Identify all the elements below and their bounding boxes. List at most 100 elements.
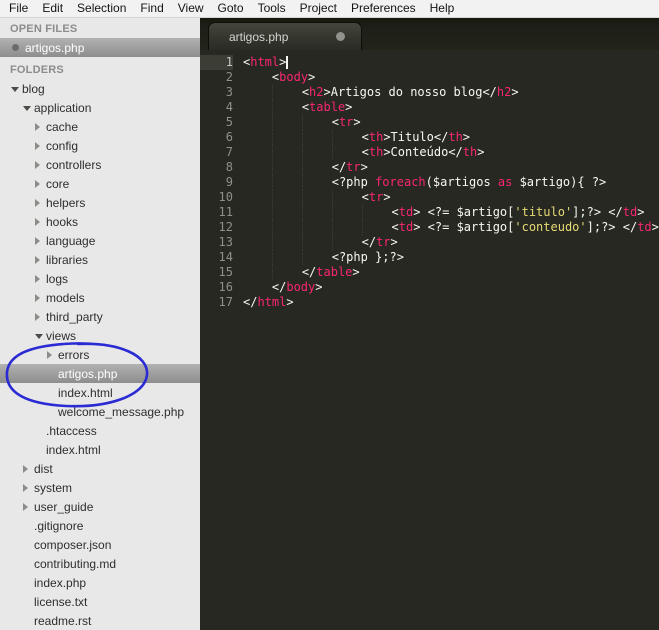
- chevron-right-icon[interactable]: [35, 272, 46, 286]
- tree-item-composer-json[interactable]: composer.json: [0, 535, 200, 554]
- tree-item-artigos-php[interactable]: artigos.php: [0, 364, 200, 383]
- tree-item--gitignore[interactable]: .gitignore: [0, 516, 200, 535]
- indent-guide: [243, 175, 272, 190]
- tree-item-cache[interactable]: cache: [0, 117, 200, 136]
- chevron-right-icon[interactable]: [35, 234, 46, 248]
- chevron-right-icon[interactable]: [23, 500, 34, 514]
- indent-guide: [243, 250, 272, 265]
- tree-item-contributing-md[interactable]: contributing.md: [0, 554, 200, 573]
- code-line[interactable]: 16 </body>: [200, 280, 659, 295]
- chevron-down-icon[interactable]: [23, 101, 34, 115]
- code-line[interactable]: 15 </table>: [200, 265, 659, 280]
- tree-item-label: config: [46, 138, 79, 153]
- open-file-artigos.php[interactable]: artigos.php: [0, 38, 200, 57]
- tree-item-logs[interactable]: logs: [0, 269, 200, 288]
- code-line[interactable]: 7 <th>Conteúdo</th>: [200, 145, 659, 160]
- code-line[interactable]: 14 <?php };?>: [200, 250, 659, 265]
- chevron-right-icon[interactable]: [35, 139, 46, 153]
- tree-item-dist[interactable]: dist: [0, 459, 200, 478]
- code-line[interactable]: 10 <tr>: [200, 190, 659, 205]
- code-line[interactable]: 17 </html>: [200, 295, 659, 310]
- tree-item-index-php[interactable]: index.php: [0, 573, 200, 592]
- chevron-right-icon[interactable]: [35, 196, 46, 210]
- code-line[interactable]: 13 </tr>: [200, 235, 659, 250]
- code-token: ];?> </: [586, 220, 638, 234]
- tree-item-application[interactable]: application: [0, 98, 200, 117]
- code-token: >: [477, 145, 485, 159]
- menu-help[interactable]: Help: [423, 0, 462, 17]
- code-line[interactable]: 3 <h2>Artigos do nosso blog</h2>: [200, 85, 659, 100]
- tree-item-config[interactable]: config: [0, 136, 200, 155]
- tree-item-language[interactable]: language: [0, 231, 200, 250]
- chevron-down-icon[interactable]: [35, 329, 46, 343]
- line-number: 9: [225, 175, 233, 189]
- tab-bar: artigos.php: [200, 18, 659, 50]
- code-line[interactable]: 5 <tr>: [200, 115, 659, 130]
- code-line[interactable]: 11 <td> <?= $artigo['titulo'];?> </td>: [200, 205, 659, 220]
- chevron-right-icon[interactable]: [35, 158, 46, 172]
- chevron-right-icon[interactable]: [47, 348, 58, 362]
- menu-view[interactable]: View: [171, 0, 211, 17]
- code-editor[interactable]: 1 <html> 2 <body> 3 <h2>Artigos do nosso bl…: [200, 50, 659, 630]
- tree-item-index-html[interactable]: index.html: [0, 440, 200, 459]
- code-line[interactable]: 1 <html>: [200, 55, 659, 70]
- tree-item-welcome-message-php[interactable]: welcome_message.php: [0, 402, 200, 421]
- tree-item-models[interactable]: models: [0, 288, 200, 307]
- chevron-right-icon[interactable]: [35, 177, 46, 191]
- tree-item-index-html[interactable]: index.html: [0, 383, 200, 402]
- tree-item-label: logs: [46, 271, 69, 286]
- tree-item-third-party[interactable]: third_party: [0, 307, 200, 326]
- tree-item-core[interactable]: core: [0, 174, 200, 193]
- chevron-right-icon[interactable]: [35, 253, 46, 267]
- code-token: >: [651, 220, 659, 234]
- code-line[interactable]: 9 <?php foreach($artigos as $artigo){ ?>: [200, 175, 659, 190]
- chevron-down-icon[interactable]: [11, 82, 22, 96]
- code-line-content: <th>Titulo</th>: [243, 130, 470, 145]
- code-token: >Titulo</: [383, 130, 449, 144]
- tree-item-blog[interactable]: blog: [0, 79, 200, 98]
- tree-item-views[interactable]: views: [0, 326, 200, 345]
- tree-item-user-guide[interactable]: user_guide: [0, 497, 200, 516]
- tree-item-readme-rst[interactable]: readme.rst: [0, 611, 200, 630]
- code-line[interactable]: 12 <td> <?= $artigo['conteudo'];?> </td>: [200, 220, 659, 235]
- menu-tools[interactable]: Tools: [251, 0, 293, 17]
- indent-guide: [243, 70, 272, 85]
- chevron-right-icon[interactable]: [35, 310, 46, 324]
- chevron-right-icon[interactable]: [35, 120, 46, 134]
- menu-goto[interactable]: Goto: [211, 0, 251, 17]
- tree-item-hooks[interactable]: hooks: [0, 212, 200, 231]
- tree-item-label: license.txt: [34, 594, 88, 609]
- menu-preferences[interactable]: Preferences: [344, 0, 423, 17]
- tab-modified-dot-icon[interactable]: [336, 32, 346, 41]
- indent-guide: [243, 280, 272, 295]
- tree-item-system[interactable]: system: [0, 478, 200, 497]
- tree-item-libraries[interactable]: libraries: [0, 250, 200, 269]
- line-number: 15: [218, 265, 233, 279]
- code-line[interactable]: 6 <th>Titulo</th>: [200, 130, 659, 145]
- tab-artigos-php[interactable]: artigos.php: [208, 22, 363, 50]
- menu-edit[interactable]: Edit: [35, 0, 70, 17]
- menu-selection[interactable]: Selection: [70, 0, 133, 17]
- menu-find[interactable]: Find: [133, 0, 170, 17]
- tag-token: html: [257, 295, 287, 309]
- indent-guide: [301, 250, 332, 265]
- code-line[interactable]: 4 <table>: [200, 100, 659, 115]
- tree-item-helpers[interactable]: helpers: [0, 193, 200, 212]
- tree-item-controllers[interactable]: controllers: [0, 155, 200, 174]
- code-line[interactable]: 2 <body>: [200, 70, 659, 85]
- indent-guide: [361, 220, 392, 235]
- tree-item-errors[interactable]: errors: [0, 345, 200, 364]
- chevron-right-icon[interactable]: [35, 291, 46, 305]
- chevron-right-icon[interactable]: [23, 481, 34, 495]
- code-line[interactable]: 8 </tr>: [200, 160, 659, 175]
- chevron-right-icon[interactable]: [23, 462, 34, 476]
- code-token: > <?= $artigo[: [413, 205, 515, 219]
- tree-item--htaccess[interactable]: .htaccess: [0, 421, 200, 440]
- tree-item-label: composer.json: [34, 537, 112, 552]
- chevron-right-icon[interactable]: [35, 215, 46, 229]
- tag-token: h2: [496, 85, 512, 99]
- menu-project[interactable]: Project: [293, 0, 344, 17]
- menu-file[interactable]: File: [2, 0, 35, 17]
- tree-item-license-txt[interactable]: license.txt: [0, 592, 200, 611]
- indent-guide: [301, 205, 332, 220]
